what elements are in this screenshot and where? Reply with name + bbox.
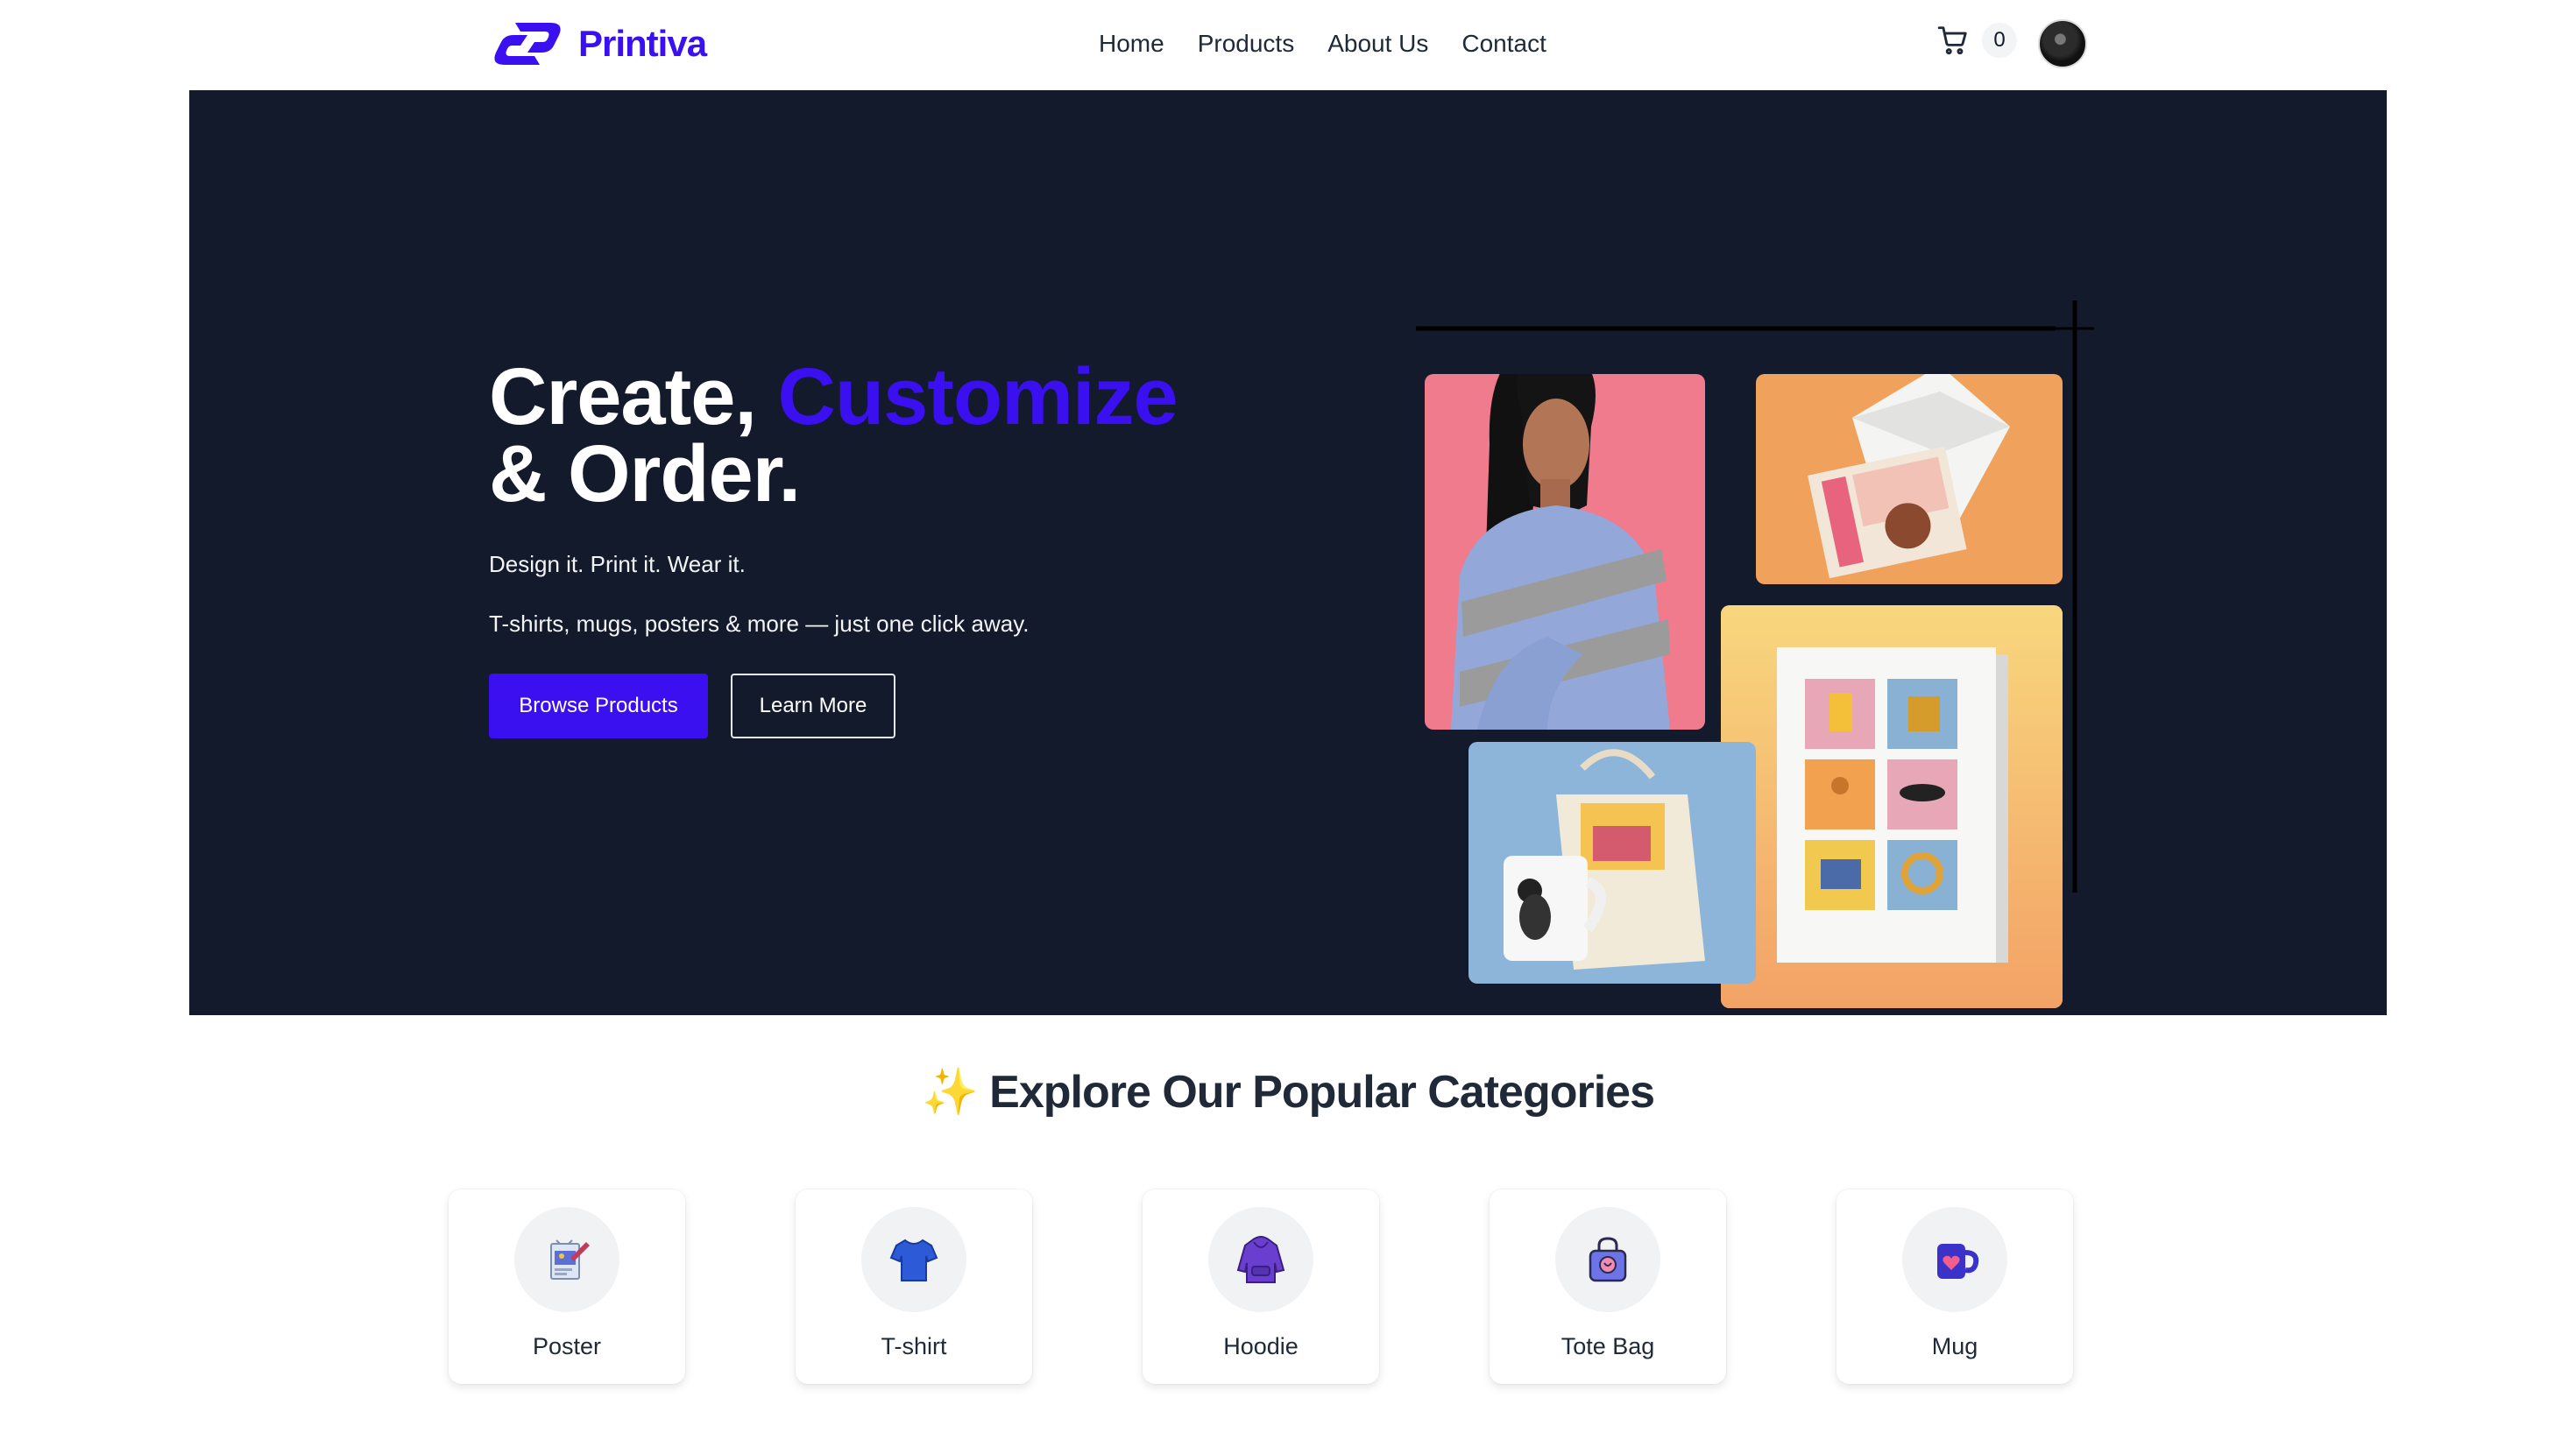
mug-icon: [1937, 1244, 1979, 1279]
cart-button[interactable]: 0: [1936, 23, 2017, 58]
hero-tagline: Design it. Print it. Wear it.: [489, 551, 746, 577]
hero-title: Create, Customize & Order.: [489, 356, 1178, 514]
cart-icon: [1937, 26, 1967, 55]
category-icon-wrap: [861, 1207, 966, 1312]
user-avatar[interactable]: [2038, 19, 2087, 68]
category-icon-wrap: [514, 1207, 619, 1312]
category-icon-wrap: [1902, 1207, 2007, 1312]
category-card-poster[interactable]: Poster: [449, 1189, 685, 1384]
navbar: Printiva Home Products About Us Contact …: [0, 0, 2576, 90]
poster-icon: [550, 1239, 590, 1280]
brand-name: Printiva: [578, 23, 707, 64]
nav-link-home[interactable]: Home: [1099, 26, 1164, 61]
category-icon-wrap: [1208, 1207, 1313, 1312]
hero-collage: [1416, 213, 2204, 1008]
category-card-hoodie[interactable]: Hoodie: [1143, 1189, 1379, 1384]
hero-title-accent: Customize: [777, 352, 1178, 441]
main-menu: Home Products About Us Contact: [1099, 26, 1546, 61]
printiva-logo-icon: [494, 23, 561, 65]
browse-products-button[interactable]: Browse Products: [489, 674, 708, 738]
hero-title-part1: Create,: [489, 352, 778, 441]
tote-bag-icon: [1589, 1237, 1627, 1282]
tshirt-icon: [889, 1239, 938, 1281]
model-sweater-image: [1425, 374, 1705, 730]
learn-more-button[interactable]: Learn More: [731, 674, 895, 738]
category-label: Poster: [532, 1333, 602, 1359]
category-label: Hoodie: [1223, 1333, 1299, 1359]
postcard-envelope-image: [1756, 374, 2063, 584]
category-card-tote-bag[interactable]: Tote Bag: [1490, 1189, 1726, 1384]
nav-link-contact[interactable]: Contact: [1461, 26, 1546, 61]
brand-logo[interactable]: Printiva: [489, 18, 707, 70]
category-card-tshirt[interactable]: T-shirt: [796, 1189, 1032, 1384]
categories-title-text: Explore Our Popular Categories: [989, 1067, 1655, 1118]
nav-link-about[interactable]: About Us: [1327, 26, 1428, 61]
cart-count-badge: 0: [1982, 23, 2017, 58]
category-label: T-shirt: [881, 1333, 947, 1359]
sparkles-icon: ✨: [921, 1067, 979, 1118]
framed-poster-image: [1721, 605, 2063, 1008]
category-icon-wrap: [1555, 1207, 1660, 1312]
category-label: Mug: [1931, 1333, 1978, 1359]
category-card-mug[interactable]: Mug: [1836, 1189, 2073, 1384]
category-label: Tote Bag: [1560, 1333, 1655, 1359]
tote-mug-image: [1468, 742, 1756, 984]
hoodie-icon: [1236, 1236, 1285, 1283]
hero-description: T-shirts, mugs, posters & more — just on…: [489, 611, 1030, 637]
categories-title: ✨ Explore Our Popular Categories: [0, 1065, 2576, 1119]
hero-title-part2: & Order.: [489, 429, 801, 519]
hero-section: Create, Customize & Order. Design it. Pr…: [189, 90, 2387, 1015]
nav-link-products[interactable]: Products: [1198, 26, 1295, 61]
